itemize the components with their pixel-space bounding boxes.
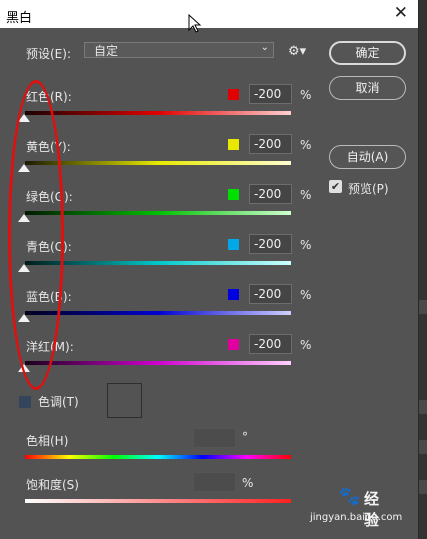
red-oval-annotation: [8, 80, 64, 390]
panel-tab: [419, 400, 427, 414]
percent-unit: %: [300, 188, 312, 202]
preset-select[interactable]: 自定 ⌄: [84, 42, 274, 58]
tint-label: 色调(T): [38, 395, 79, 409]
saturation-input[interactable]: [193, 472, 236, 492]
degree-unit: °: [242, 430, 248, 444]
channel-value-input[interactable]: -200: [249, 334, 292, 354]
red-gradient-slider[interactable]: [25, 111, 291, 115]
channel-value-input[interactable]: -200: [249, 84, 292, 104]
close-icon[interactable]: ✕: [394, 3, 408, 23]
panel-tab: [419, 480, 427, 494]
mouse-cursor-icon: [188, 14, 202, 33]
yellow-gradient-slider[interactable]: [25, 161, 291, 165]
panel-tab: [419, 440, 427, 454]
color-swatch: [228, 139, 239, 150]
preset-label: 预设(E):: [26, 47, 71, 61]
watermark-url: jingyan.baidu.com: [310, 512, 403, 523]
black-white-dialog: 黑白 ✕ 预设(E): 自定 ⌄ ⚙▾ 确定 取消 自动(A) ✔ 预览(P) …: [0, 0, 419, 539]
color-swatch: [228, 289, 239, 300]
saturation-label: 饱和度(S): [26, 478, 79, 492]
auto-button[interactable]: 自动(A): [329, 145, 406, 169]
channel-value-input[interactable]: -200: [249, 134, 292, 154]
green-gradient-slider[interactable]: [25, 211, 291, 215]
color-swatch: [228, 189, 239, 200]
background-panel-strip: [419, 0, 427, 539]
percent-unit: %: [242, 476, 254, 490]
chevron-down-icon: ⌄: [260, 42, 269, 53]
channel-value-input[interactable]: -200: [249, 284, 292, 304]
color-swatch: [228, 89, 239, 100]
hue-gradient-slider[interactable]: [25, 455, 291, 459]
saturation-gradient-slider[interactable]: [25, 499, 291, 503]
hue-label: 色相(H): [26, 434, 69, 448]
percent-unit: %: [300, 338, 312, 352]
title-bar: 黑白 ✕: [0, 0, 418, 28]
tint-color-swatch[interactable]: [107, 383, 142, 418]
color-swatch: [228, 239, 239, 250]
color-swatch: [228, 339, 239, 350]
cyan-gradient-slider[interactable]: [25, 261, 291, 265]
channel-value-input[interactable]: -200: [249, 234, 292, 254]
percent-unit: %: [300, 288, 312, 302]
cancel-button[interactable]: 取消: [329, 76, 406, 100]
hue-input[interactable]: [193, 428, 236, 448]
magenta-gradient-slider[interactable]: [25, 361, 291, 365]
percent-unit: %: [300, 238, 312, 252]
tint-checkbox[interactable]: [19, 396, 31, 408]
percent-unit: %: [300, 138, 312, 152]
percent-unit: %: [300, 88, 312, 102]
preview-label: 预览(P): [348, 182, 389, 196]
preset-value: 自定: [94, 44, 119, 58]
preview-checkbox[interactable]: ✔: [329, 180, 342, 193]
channel-value-input[interactable]: -200: [249, 184, 292, 204]
paw-logo-icon: 🐾: [338, 486, 361, 507]
ok-button[interactable]: 确定: [329, 41, 406, 65]
dialog-title: 黑白: [6, 11, 33, 26]
gear-icon[interactable]: ⚙▾: [288, 44, 306, 59]
watermark-brand: 经验: [364, 490, 380, 529]
blue-gradient-slider[interactable]: [25, 311, 291, 315]
panel-tab: [419, 300, 427, 314]
